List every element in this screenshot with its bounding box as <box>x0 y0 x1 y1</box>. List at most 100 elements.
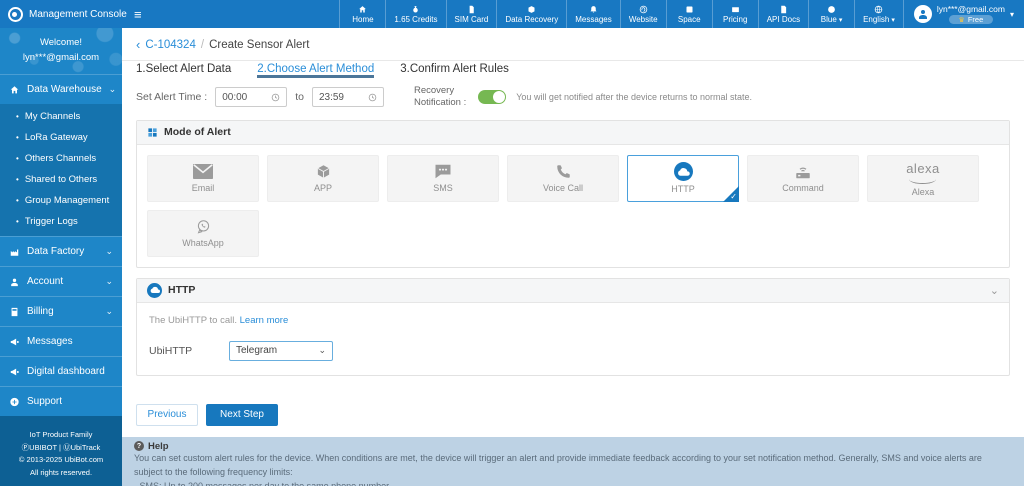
sidebar-item-label: Data Factory <box>27 246 85 258</box>
tile-label: SMS <box>433 183 453 194</box>
tile-whatsapp[interactable]: WhatsApp <box>147 209 259 257</box>
caret-down-icon: ▾ <box>891 16 895 24</box>
bullet-icon: • <box>16 112 19 122</box>
collapse-chevron-icon[interactable]: ⌄ <box>990 284 999 297</box>
welcome-block: Welcome! lyn***@gmail.com <box>0 28 122 74</box>
alert-mode-tiles: Email APP SMS Voice Call HTTP ✓ Command … <box>137 145 1009 267</box>
tile-sms[interactable]: SMS <box>387 154 499 202</box>
bullet-icon: • <box>16 217 19 227</box>
sidebar-item-others-channels[interactable]: • Others Channels <box>0 148 122 169</box>
wizard-buttons: Previous Next Step <box>122 393 1024 437</box>
nav-label-row: Blue ▾ <box>821 15 843 24</box>
tile-label: Command <box>782 183 824 194</box>
bullet-icon: • <box>16 175 19 185</box>
learn-more-link[interactable]: Learn more <box>240 315 289 326</box>
theme-color-icon <box>827 4 836 14</box>
footer-rights: All rights reserved. <box>29 467 93 477</box>
nav-sim-card[interactable]: SIM Card <box>445 0 497 28</box>
nav-pricing[interactable]: Pricing <box>711 0 758 28</box>
nav-theme-blue[interactable]: Blue ▾ <box>808 0 854 28</box>
sidebar-item-digital-dashboard[interactable]: Digital dashboard <box>0 356 122 386</box>
box-icon <box>527 4 536 14</box>
footer-brands: ⓅUBIBOT | ⓊUbiTrack <box>21 442 101 452</box>
ubihttp-label: UbiHTTP <box>149 344 193 357</box>
sidebar-item-group-management[interactable]: • Group Management <box>0 190 122 211</box>
caret-down-icon: ▾ <box>838 16 843 24</box>
mode-of-alert-header: Mode of Alert <box>137 120 1009 145</box>
welcome-email: lyn***@gmail.com <box>22 51 100 63</box>
previous-button[interactable]: Previous <box>136 403 198 426</box>
sidebar-item-label: Shared to Others <box>24 174 98 186</box>
nav-data-recovery[interactable]: Data Recovery <box>496 0 566 28</box>
megaphone-icon <box>10 368 19 376</box>
sidebar-item-data-factory[interactable]: Data Factory ⌄ <box>0 236 122 266</box>
nav-language[interactable]: English ▾ <box>854 0 903 28</box>
tile-app[interactable]: APP <box>267 154 379 202</box>
plan-badge: ♛ Free <box>948 15 994 24</box>
home-icon <box>358 4 367 14</box>
sidebar-item-support[interactable]: Support <box>0 386 122 416</box>
recovery-notification-toggle[interactable] <box>478 90 507 105</box>
tile-command[interactable]: Command <box>747 154 859 202</box>
step-select-alert-data[interactable]: 1.Select Alert Data <box>136 61 231 78</box>
circle-plus-icon <box>10 397 19 407</box>
set-alert-time-label: Set Alert Time : <box>136 91 208 104</box>
bullet-icon: • <box>16 154 19 164</box>
tile-label: APP <box>313 183 332 194</box>
footer-line: IoT Product Family <box>29 430 93 440</box>
sidebar-item-billing[interactable]: Billing ⌄ <box>0 296 122 326</box>
sidebar-item-messages[interactable]: Messages <box>0 326 122 356</box>
sidebar-item-label: LoRa Gateway <box>24 132 88 144</box>
recovery-label-line2: Notification : <box>413 97 467 109</box>
tile-email[interactable]: Email <box>147 154 259 202</box>
sidebar-item-shared-to-others[interactable]: • Shared to Others <box>0 169 122 190</box>
grid-icon <box>148 128 157 137</box>
alexa-wordmark: alexa <box>906 160 940 184</box>
person-icon <box>11 278 18 287</box>
sidebar-item-lora-gateway[interactable]: • LoRa Gateway <box>0 127 122 148</box>
http-panel-title: HTTP <box>168 284 196 297</box>
nav-credits[interactable]: 1.65 Credits <box>385 0 445 28</box>
main-content: ‹ C-104324 / Create Sensor Alert 1.Selec… <box>122 28 1024 486</box>
next-step-button[interactable]: Next Step <box>206 403 278 426</box>
alert-time-from-input[interactable]: 00:00 <box>215 87 288 108</box>
clock-icon <box>271 93 280 102</box>
sidebar-item-label: Billing <box>27 306 54 318</box>
footer-copyright: © 2013-2025 UbiBot.com <box>18 455 104 465</box>
alexa-smile-icon <box>909 179 937 184</box>
nav-home[interactable]: Home <box>339 0 385 28</box>
space-icon <box>685 4 694 14</box>
sidebar-item-label: Digital dashboard <box>27 366 105 378</box>
sidebar-item-data-warehouse[interactable]: Data Warehouse ⌄ <box>0 74 122 104</box>
ubihttp-select[interactable]: Telegram ⌄ <box>229 340 333 361</box>
nav-messages[interactable]: Messages <box>566 0 619 28</box>
breadcrumb-channel-link[interactable]: C-104324 <box>145 39 196 51</box>
http-panel: HTTP ⌄ The UbiHTTP to call. Learn more U… <box>136 277 1010 376</box>
nav-space[interactable]: Space <box>665 0 712 28</box>
money-bag-icon <box>411 4 420 14</box>
phone-icon <box>556 163 571 180</box>
sidebar-item-my-channels[interactable]: • My Channels <box>0 106 122 127</box>
mode-of-alert-title: Mode of Alert <box>164 126 231 139</box>
user-menu[interactable]: lyn***@gmail.com ♛ Free ▾ <box>902 0 1024 28</box>
sidebar-item-trigger-logs[interactable]: • Trigger Logs <box>0 211 122 232</box>
sidebar-item-account[interactable]: Account ⌄ <box>0 266 122 296</box>
alert-time-to-input[interactable]: 23:59 <box>311 87 384 108</box>
breadcrumb-separator: / <box>200 38 205 51</box>
tile-voice-call[interactable]: Voice Call <box>507 154 619 202</box>
tile-http[interactable]: HTTP ✓ <box>627 154 739 202</box>
nav-website[interactable]: Website <box>619 0 666 28</box>
top-bar: Management Console ≡ Home 1.65 Credits S… <box>0 0 1024 28</box>
tile-alexa[interactable]: alexa Alexa <box>867 154 979 202</box>
back-chevron-icon[interactable]: ‹ <box>136 38 140 51</box>
step-confirm-alert-rules[interactable]: 3.Confirm Alert Rules <box>400 61 509 78</box>
step-choose-alert-method[interactable]: 2.Choose Alert Method <box>257 61 375 78</box>
ubihttp-selected-value: Telegram <box>236 345 278 357</box>
whatsapp-icon <box>196 218 211 235</box>
http-description: The UbiHTTP to call. Learn more <box>149 315 997 326</box>
hamburger-menu-icon[interactable]: ≡ <box>134 7 142 22</box>
avatar <box>913 5 932 23</box>
help-line-1: You can set custom alert rules for the d… <box>134 452 982 477</box>
nav-api-docs[interactable]: API Docs <box>757 0 808 28</box>
sim-card-icon <box>467 4 476 14</box>
